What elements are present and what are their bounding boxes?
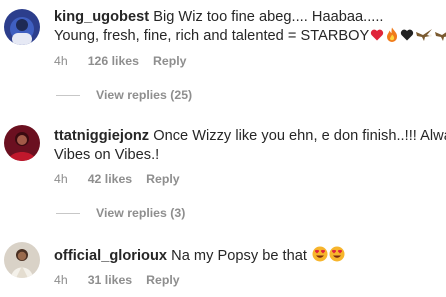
comment-text: ttatniggiejonz Once Wizzy like you ehn, … <box>54 127 446 146</box>
comment-text-line1: Na my Popsy be that <box>171 248 307 264</box>
comment-username[interactable]: ttatniggiejonz <box>54 128 149 144</box>
comment-meta: 4h 126 likes Reply <box>54 54 200 68</box>
black-heart-icon <box>400 28 414 48</box>
view-replies-label[interactable]: View replies (3) <box>96 206 185 220</box>
comment-text: Young, fresh, fine, rich and talented = … <box>54 27 446 48</box>
comment-text: official_glorioux Na my Popsy be that <box>54 246 440 268</box>
avatar[interactable] <box>4 9 40 45</box>
comment-time: 4h <box>54 172 68 186</box>
comment-text-line1: Once Wizzy like you ehn, e don finish..!… <box>153 128 446 144</box>
comment-text-line2: Vibes on Vibes.! <box>54 147 160 163</box>
replies-divider <box>56 213 80 215</box>
reply-button[interactable]: Reply <box>146 273 180 287</box>
view-replies-button[interactable]: View replies (3) <box>56 206 185 220</box>
comment-likes[interactable]: 31 likes <box>88 273 132 287</box>
eagle-icon <box>415 28 433 48</box>
comment-text-line1: Big Wiz too fine abeg.... Haabaa..... <box>153 9 384 25</box>
comment-username[interactable]: king_ugobest <box>54 9 149 25</box>
comment-likes[interactable]: 126 likes <box>88 54 139 68</box>
fire-icon <box>385 27 399 48</box>
view-replies-button[interactable]: View replies (25) <box>56 88 192 102</box>
heart-eyes-icon <box>329 246 345 268</box>
comments-list: king_ugobest Big Wiz too fine abeg.... H… <box>0 0 446 297</box>
view-replies-label[interactable]: View replies (25) <box>96 88 192 102</box>
comment-text-line2: Young, fresh, fine, rich and talented = … <box>54 28 370 44</box>
comment-text: Vibes on Vibes.! <box>54 146 440 165</box>
reply-button[interactable]: Reply <box>146 172 180 186</box>
comment-time: 4h <box>54 273 68 287</box>
comment-time: 4h <box>54 54 68 68</box>
heart-eyes-icon <box>312 246 328 268</box>
avatar[interactable] <box>4 125 40 161</box>
red-heart-icon <box>370 28 384 48</box>
comment-likes[interactable]: 42 likes <box>88 172 132 186</box>
comment-text: king_ugobest Big Wiz too fine abeg.... H… <box>54 8 440 27</box>
reply-button[interactable]: Reply <box>153 54 187 68</box>
comment-username[interactable]: official_glorioux <box>54 248 167 264</box>
comment-meta: 4h 42 likes Reply <box>54 172 194 186</box>
eagle-icon <box>434 28 446 48</box>
avatar[interactable] <box>4 242 40 278</box>
replies-divider <box>56 95 80 97</box>
comment-meta: 4h 31 likes Reply <box>54 273 194 287</box>
